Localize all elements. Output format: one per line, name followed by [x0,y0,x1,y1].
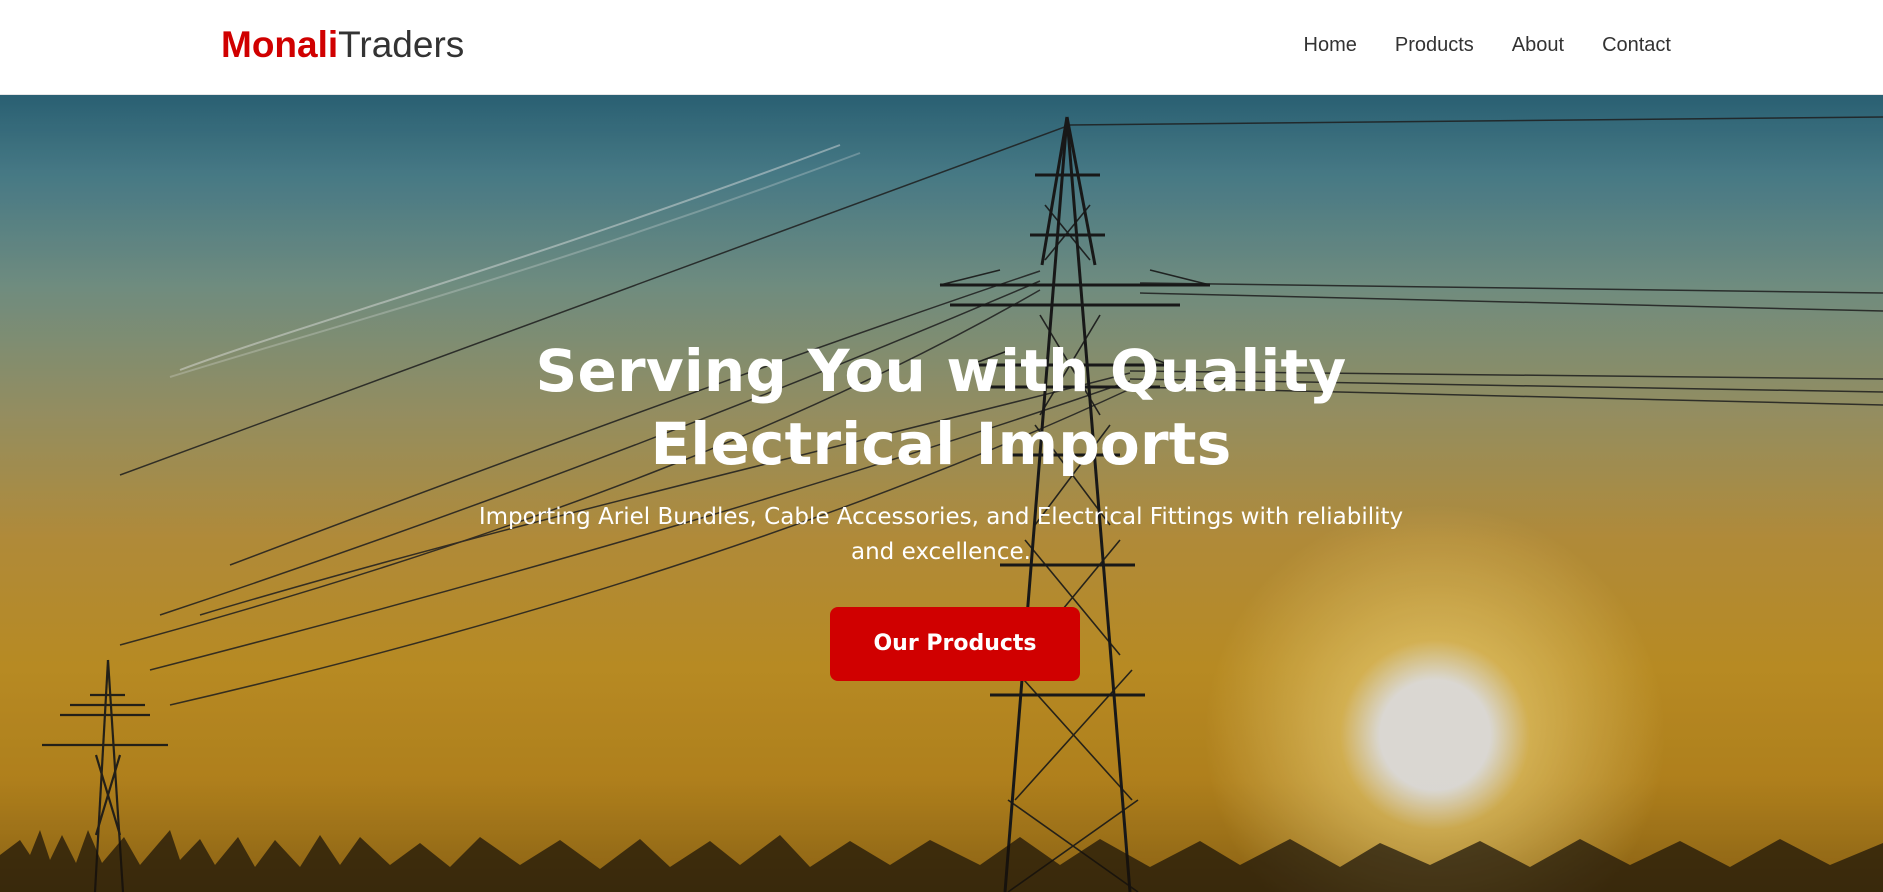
top-navbar: MonaliTraders Home Products About Contac… [0,0,1883,95]
hero-section: Serving You with Quality Electrical Impo… [0,95,1883,892]
hero-title-line-1: Serving You with Quality [535,337,1347,405]
nav-link-contact[interactable]: Contact [1602,29,1671,61]
hero-title-line-2: Electrical Imports [650,410,1232,478]
hero-title: Serving You with Quality Electrical Impo… [441,335,1441,481]
nav-link-home[interactable]: Home [1304,29,1357,61]
brand-primary-text: Monali [221,24,339,65]
brand-secondary-text: Traders [338,24,465,65]
brand-logo[interactable]: MonaliTraders [221,20,464,70]
hero-subtitle-line-1: Importing Ariel Bundles, Cable Accessori… [478,504,1404,530]
our-products-button[interactable]: Our Products [830,607,1080,681]
hero-subtitle-line-2: and excellence. [851,539,1031,565]
nav-link-about[interactable]: About [1512,29,1564,61]
hero-subtitle: Importing Ariel Bundles, Cable Accessori… [441,500,1441,570]
nav-link-products[interactable]: Products [1395,29,1474,61]
hero-content: Serving You with Quality Electrical Impo… [0,95,1883,892]
main-nav: Home Products About Contact [1304,29,1672,61]
